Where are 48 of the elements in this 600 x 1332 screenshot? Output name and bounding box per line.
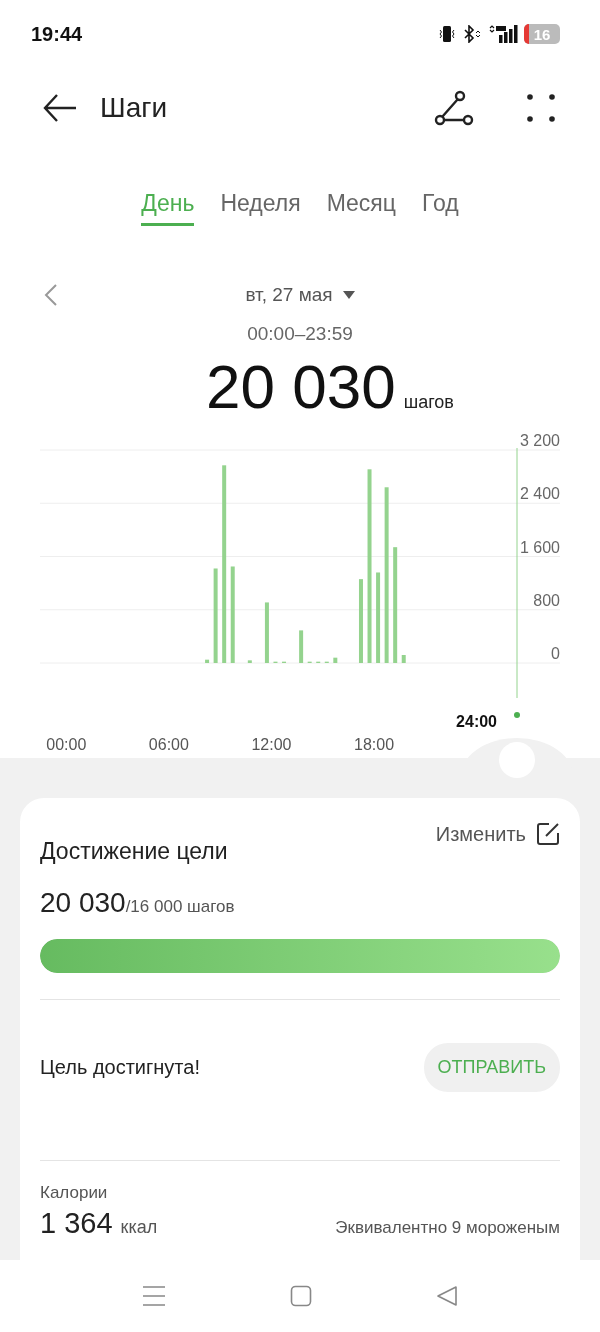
step-unit: шагов bbox=[403, 392, 454, 413]
step-bar bbox=[205, 659, 210, 663]
home-icon[interactable] bbox=[290, 1285, 312, 1307]
back-icon[interactable] bbox=[436, 1285, 458, 1307]
current-time-label: 24:00 bbox=[456, 713, 497, 730]
calories-note: Эквивалентно 9 мороженым bbox=[335, 1218, 560, 1238]
calories-unit: ккал bbox=[120, 1217, 158, 1238]
axis-label: 18:00 bbox=[354, 736, 395, 753]
axis-label: 00:00 bbox=[46, 736, 87, 753]
section-title: Достижение цели bbox=[40, 838, 228, 865]
axis-label: 12:00 bbox=[251, 736, 292, 753]
battery-icon: 16 bbox=[524, 24, 560, 44]
axis-label: 1 600 bbox=[519, 538, 560, 556]
clock: 19:44 bbox=[31, 22, 83, 46]
step-bar bbox=[264, 602, 269, 663]
step-bar bbox=[333, 657, 338, 663]
goal-value: 20 030 bbox=[40, 887, 126, 919]
bluetooth-icon bbox=[462, 25, 482, 43]
signal-icon bbox=[488, 24, 518, 44]
step-bar bbox=[401, 655, 406, 663]
share-icon[interactable] bbox=[434, 90, 474, 126]
period-tab[interactable]: Месяц bbox=[326, 180, 396, 226]
edit-button[interactable]: Изменить bbox=[435, 822, 560, 846]
step-count: 20 030 bbox=[206, 351, 396, 422]
axis-label: 3 200 bbox=[519, 432, 560, 449]
axis-label: 2 400 bbox=[519, 485, 560, 503]
previous-icon[interactable] bbox=[44, 283, 58, 307]
calories-value: 1 364 bbox=[40, 1207, 113, 1240]
menu-icon[interactable] bbox=[142, 1285, 166, 1307]
vibrate-icon bbox=[438, 25, 456, 43]
caret-icon bbox=[342, 290, 355, 300]
goal-target: /16 000 шагов bbox=[125, 897, 235, 917]
axis-label: 0 bbox=[551, 645, 560, 662]
back-arrow-icon[interactable] bbox=[42, 92, 78, 124]
edit-icon bbox=[536, 822, 560, 846]
calories-label: Калории bbox=[40, 1183, 108, 1202]
time-range: 00:00–23:59 bbox=[246, 323, 354, 345]
date-picker[interactable]: вт, 27 мая bbox=[239, 283, 361, 307]
period-tab[interactable]: Неделя bbox=[220, 180, 301, 226]
goal-message: Цель достигнута! bbox=[40, 1055, 200, 1079]
axis-label: 06:00 bbox=[148, 736, 189, 753]
more-icon[interactable] bbox=[526, 93, 556, 123]
step-bar bbox=[247, 660, 252, 663]
step-bar bbox=[299, 630, 304, 663]
axis-label: 800 bbox=[533, 591, 560, 609]
page-title: Шаги bbox=[100, 92, 168, 124]
period-tab[interactable]: Год bbox=[422, 180, 459, 226]
time-marker-dot bbox=[514, 712, 520, 718]
